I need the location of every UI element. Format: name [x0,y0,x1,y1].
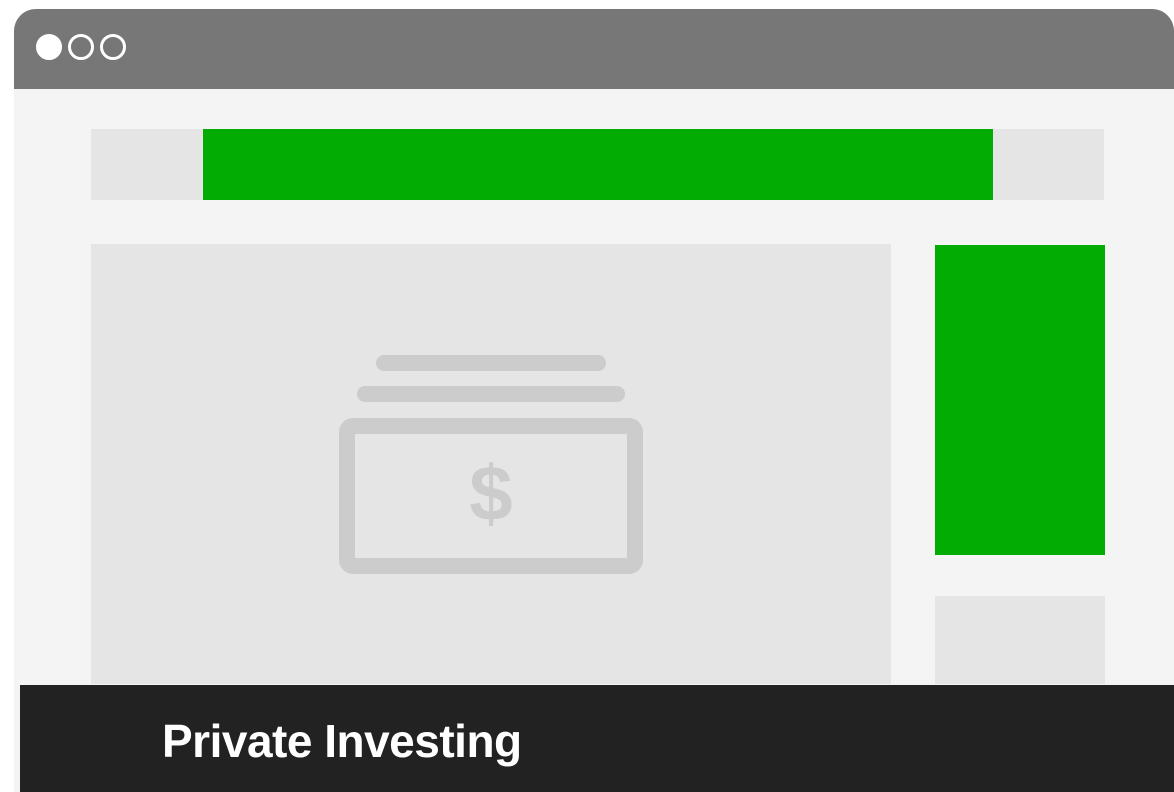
title-bar [14,9,1174,89]
window-dot-outline-icon[interactable] [68,34,94,60]
svg-text:$: $ [469,449,512,537]
header-placeholder [91,129,1104,200]
main-content-panel: $ [91,244,891,684]
browser-window: $ [14,9,1174,792]
money-bill-icon: $ [339,355,643,574]
sidebar-banner-ad[interactable] [935,245,1105,555]
sidebar-placeholder [935,596,1105,684]
window-dot-filled-icon[interactable] [36,34,62,60]
top-banner-ad[interactable] [203,129,993,200]
window-dot-outline-icon[interactable] [100,34,126,60]
page-title: Private Investing [162,715,522,767]
caption-bar: Private Investing [20,685,1174,792]
